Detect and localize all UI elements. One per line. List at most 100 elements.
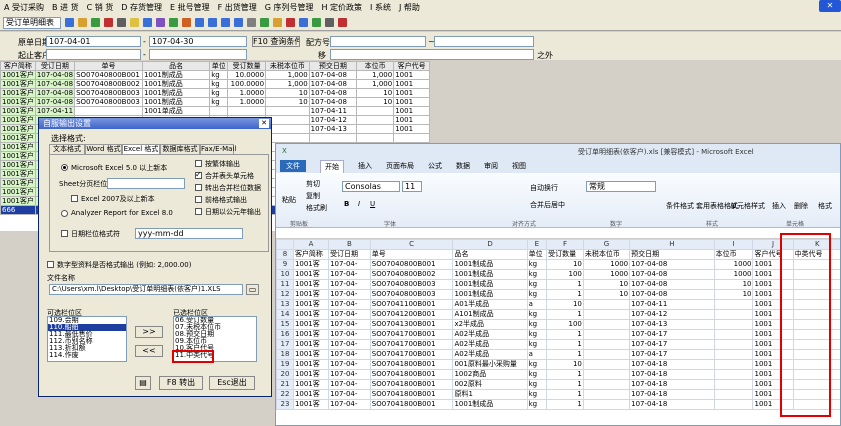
seq-input[interactable] xyxy=(330,49,534,60)
sheet-cell[interactable]: 1 xyxy=(546,349,584,360)
sheet-cell[interactable]: 1 xyxy=(546,279,584,290)
column-header[interactable]: 受订数量 xyxy=(227,61,267,71)
paste-button[interactable]: 粘贴 xyxy=(282,195,296,205)
sheet-cell[interactable]: kg xyxy=(526,389,548,400)
sheet-cell[interactable]: kg xyxy=(526,369,548,380)
sheet-cell[interactable]: 1 xyxy=(546,289,584,300)
list-item[interactable]: 114.作废 xyxy=(48,352,126,359)
sheet-cell[interactable]: x2半成品 xyxy=(452,319,528,330)
sheet-cell[interactable]: 107-04-08 xyxy=(629,259,715,270)
excel2007-checkbox[interactable] xyxy=(71,195,78,202)
sheet-cell[interactable]: 100 xyxy=(546,319,584,330)
row-header[interactable]: 18 xyxy=(276,349,294,360)
tab-page-layout[interactable]: 页面布局 xyxy=(386,161,414,171)
sheet-cell[interactable]: 001原料最小采购量 xyxy=(452,359,528,370)
sheet-cell[interactable]: 1001客 xyxy=(292,389,330,400)
sheet-cell[interactable]: 107-04- xyxy=(328,349,371,360)
sheet-cell[interactable]: 107-04-18 xyxy=(629,369,715,380)
sheet-cell[interactable]: 107-04- xyxy=(328,279,371,290)
sheet-cell[interactable]: 原料1 xyxy=(452,389,528,400)
column-header[interactable] xyxy=(276,239,294,250)
sheet-cell[interactable]: 10 xyxy=(546,359,584,370)
sheet-cell[interactable]: 1001客 xyxy=(292,279,330,290)
tab-data[interactable]: 数据 xyxy=(456,161,470,171)
open-icon[interactable] xyxy=(78,18,87,27)
add-field-button[interactable]: >> xyxy=(135,326,163,338)
export-icon[interactable] xyxy=(182,18,191,27)
sheet-cell[interactable]: SO07041800B001 xyxy=(369,369,454,380)
sheet-cell[interactable] xyxy=(582,379,631,390)
sheet-cell[interactable]: 1000 xyxy=(713,269,754,280)
sheet-cell[interactable]: SO07041800B001 xyxy=(369,379,454,390)
sheet-cell[interactable]: SO07041200B001 xyxy=(369,309,454,320)
sheet-cell[interactable] xyxy=(582,339,631,350)
customer-from-input[interactable] xyxy=(46,49,141,60)
sheet-cell[interactable]: 107-04-11 xyxy=(629,299,715,310)
sheet-cell[interactable]: SO07041800B001 xyxy=(369,399,454,410)
menu-item[interactable]: A 受订采购 xyxy=(4,2,44,13)
sheet-cell[interactable]: SO07040800B002 xyxy=(369,269,454,280)
sheet-cell[interactable]: kg xyxy=(526,309,548,320)
sheet-cell[interactable]: 107-04-18 xyxy=(629,389,715,400)
sheet-cell[interactable]: 未税本位币 xyxy=(582,249,631,260)
table-row[interactable]: 1001客户 107-04-08 SO07040800B001 1001制成品 kg 10… xyxy=(0,70,430,80)
sheet-cell[interactable] xyxy=(713,309,754,320)
sheet-cell[interactable]: 107-04- xyxy=(328,289,371,300)
filename-input[interactable]: C:\Users\xm.l\Desktop\受订单明细表(依客户)1.XLS xyxy=(49,284,243,295)
delete-icon[interactable] xyxy=(104,18,113,27)
folder-icon[interactable]: ▭ xyxy=(246,284,259,295)
doc-to-input[interactable] xyxy=(434,36,534,47)
sheet-cell[interactable]: kg xyxy=(526,269,548,280)
row-header[interactable]: 19 xyxy=(276,359,294,370)
sheet-cell[interactable]: 1001制成品 xyxy=(452,269,528,280)
sheet-cell[interactable]: 107-04- xyxy=(328,269,371,280)
sheet-cell[interactable]: kg xyxy=(526,379,548,390)
exit-button[interactable]: Esc退出 xyxy=(209,376,255,390)
insert-cells-button[interactable]: 插入 xyxy=(772,201,786,211)
sheet-cell[interactable]: A01半成品 xyxy=(452,299,528,310)
sheet-cell[interactable]: 107-04-12 xyxy=(629,309,715,320)
column-header[interactable]: 客户代号 xyxy=(393,61,430,71)
sheet-cell[interactable] xyxy=(713,339,754,350)
sheet-cell[interactable]: SO07041700B001 xyxy=(369,339,454,350)
folder-icon[interactable] xyxy=(130,18,139,27)
sheet-cell[interactable]: kg xyxy=(526,259,548,270)
sheet-cell[interactable]: SO07040800B003 xyxy=(369,279,454,290)
sheet-cell[interactable]: SO07041800B001 xyxy=(369,389,454,400)
menu-item[interactable]: G 序列号管理 xyxy=(265,2,314,13)
row-header[interactable]: 14 xyxy=(276,309,294,320)
sheet-select[interactable] xyxy=(107,178,185,189)
sheet-cell[interactable] xyxy=(582,369,631,380)
excel-icon[interactable] xyxy=(312,18,321,27)
tab-view[interactable]: 视图 xyxy=(512,161,526,171)
sheet-cell[interactable] xyxy=(713,379,754,390)
right-option-2-checkbox[interactable] xyxy=(195,184,202,191)
sheet-cell[interactable]: kg xyxy=(526,399,548,410)
sheet-cell[interactable] xyxy=(713,299,754,310)
sheet-cell[interactable] xyxy=(713,389,754,400)
stop-icon[interactable] xyxy=(286,18,295,27)
font-size-select[interactable]: 11 xyxy=(402,181,422,192)
row-header[interactable]: 22 xyxy=(276,389,294,400)
font-name-select[interactable]: Consolas xyxy=(342,181,400,192)
sheet-cell[interactable]: kg xyxy=(526,319,548,330)
refresh-icon[interactable] xyxy=(169,18,178,27)
cell-style-button[interactable]: 单元格样式 xyxy=(730,201,765,211)
sheet-cell[interactable]: 107-04- xyxy=(328,319,371,330)
date-format-input[interactable]: yyy-mm-dd xyxy=(135,228,243,239)
date-format-checkbox[interactable] xyxy=(61,230,68,237)
available-fields-list[interactable]: 109.会期 110.船舶 111.最低售价 112.币别名称 113.折扣额 … xyxy=(47,316,127,362)
sheet-cell[interactable]: 107-04- xyxy=(328,309,371,320)
sheet-cell[interactable]: 1 xyxy=(546,339,584,350)
tab-home[interactable]: 开始 xyxy=(320,159,344,173)
mail-icon[interactable] xyxy=(299,18,308,27)
sheet-cell[interactable]: 107-04-08 xyxy=(629,289,715,300)
sheet-cell[interactable] xyxy=(713,359,754,370)
sheet-cell[interactable]: 107-04- xyxy=(328,379,371,390)
menu-item[interactable]: B 进 货 xyxy=(52,2,79,13)
sheet-cell[interactable]: 1001客 xyxy=(292,289,330,300)
sheet-cell[interactable]: A02半成品 xyxy=(452,329,528,340)
sheet-cell[interactable]: SO07041700B001 xyxy=(369,349,454,360)
column-header[interactable]: 本位币 xyxy=(356,61,395,71)
sheet-cell[interactable] xyxy=(582,309,631,320)
